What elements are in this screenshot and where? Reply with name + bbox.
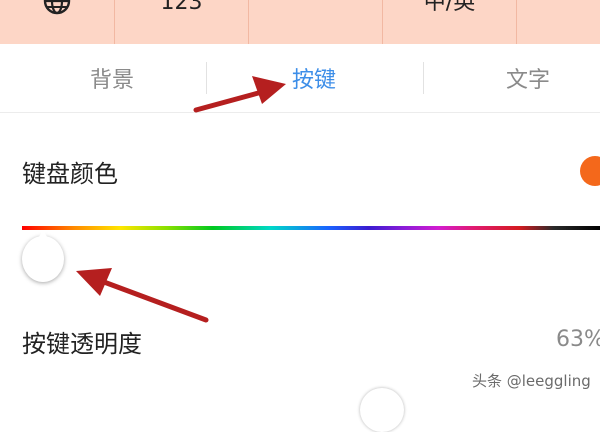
number-key-label: 123 [160, 0, 203, 15]
globe-key[interactable] [0, 0, 115, 44]
tab-text[interactable]: 文字 [428, 44, 600, 112]
tab-divider [423, 62, 424, 94]
arrow-to-slider-thumb [76, 268, 209, 323]
color-slider-thumb[interactable] [22, 230, 64, 282]
space-key[interactable] [249, 0, 383, 44]
tab-keys[interactable]: 按键 [214, 44, 414, 112]
keyboard-key-row: 123 中/英 [0, 0, 600, 44]
color-spectrum-slider[interactable] [22, 226, 600, 230]
language-switch-key[interactable]: 中/英 [383, 0, 517, 44]
color-swatch[interactable] [580, 156, 600, 186]
key-transparency-value: 63% [556, 327, 600, 352]
tab-divider [206, 62, 207, 94]
key-transparency-label: 按键透明度 [22, 330, 142, 358]
tab-background[interactable]: 背景 [12, 44, 212, 112]
transparency-slider-thumb[interactable] [360, 388, 404, 432]
enter-key[interactable] [517, 0, 600, 44]
number-key[interactable]: 123 [115, 0, 249, 44]
keyboard-color-label: 键盘颜色 [22, 160, 118, 188]
watermark: 头条 @leeggling [472, 372, 591, 390]
language-switch-label: 中/英 [423, 0, 476, 15]
globe-icon [43, 0, 71, 15]
settings-tabs: 背景 按键 文字 [0, 44, 600, 113]
